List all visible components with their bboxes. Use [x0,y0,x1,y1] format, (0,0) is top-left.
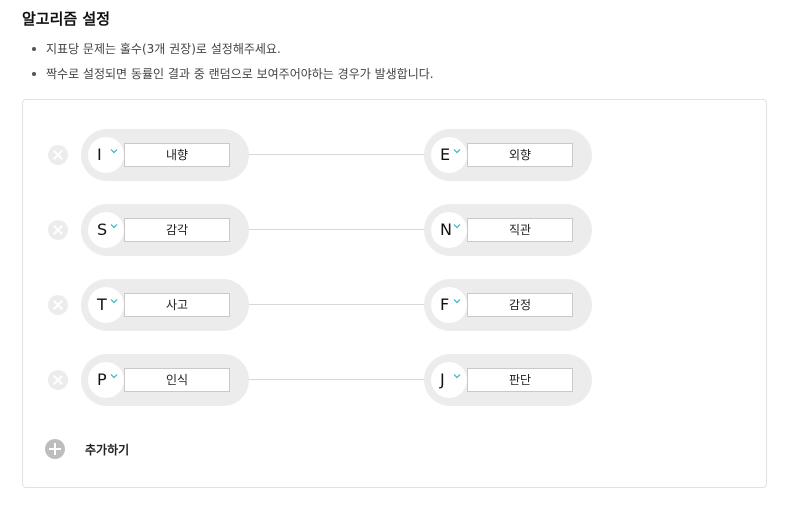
trait-letter: P [97,370,107,389]
trait-letter-select[interactable]: S [88,212,124,248]
chevron-down-icon [110,149,118,154]
right-trait-pill: E 외향 [424,129,592,181]
trait-letter: N [440,220,452,239]
left-trait-pill: P 인식 [81,354,249,406]
add-pair-label: 추가하기 [85,443,130,457]
trait-pair-row: S 감각 N 직관 [23,204,766,256]
trait-letter-select[interactable]: T [88,287,124,323]
trait-label-input[interactable]: 외향 [467,143,573,167]
trait-pair-row: I 내향 E 외향 [23,129,766,181]
trait-pair-row: T 사고 F 감정 [23,279,766,331]
trait-label-input[interactable]: 판단 [467,368,573,392]
trait-letter-select[interactable]: N [431,212,467,248]
right-trait-pill: J 판단 [424,354,592,406]
chevron-down-icon [453,224,461,229]
algorithm-panel: I 내향 E 외향 S 감각 N 직관 T 사고 F 감정 P 인식 J 판단 … [22,99,767,488]
right-trait-pill: F 감정 [424,279,592,331]
trait-letter-select[interactable]: J [431,362,467,398]
pair-connector-line [249,229,424,230]
guideline-list: 지표당 문제는 홀수(3개 권장)로 설정해주세요. 짝수로 설정되면 동률인 … [30,38,434,88]
trait-label-input[interactable]: 감각 [124,218,230,242]
trait-letter: I [97,145,102,164]
left-trait-pill: I 내향 [81,129,249,181]
trait-letter: T [97,295,107,314]
chevron-down-icon [453,299,461,304]
trait-label-input[interactable]: 인식 [124,368,230,392]
chevron-down-icon [453,149,461,154]
trait-letter: F [440,295,450,314]
remove-pair-icon[interactable] [48,220,68,240]
remove-pair-icon[interactable] [48,145,68,165]
plus-circle-icon [45,439,65,459]
chevron-down-icon [110,374,118,379]
left-trait-pill: T 사고 [81,279,249,331]
trait-letter-select[interactable]: I [88,137,124,173]
pair-connector-line [249,304,424,305]
trait-label-input[interactable]: 사고 [124,293,230,317]
trait-letter-select[interactable]: F [431,287,467,323]
trait-letter: J [440,370,445,389]
right-trait-pill: N 직관 [424,204,592,256]
page-title: 알고리즘 설정 [22,10,111,28]
trait-letter: E [440,145,451,164]
trait-pair-row: P 인식 J 판단 [23,354,766,406]
guideline-note: 짝수로 설정되면 동률인 결과 중 랜덤으로 보여주어야하는 경우가 발생합니다… [30,63,434,88]
chevron-down-icon [110,299,118,304]
trait-letter-select[interactable]: E [431,137,467,173]
left-trait-pill: S 감각 [81,204,249,256]
chevron-down-icon [453,374,461,379]
remove-pair-icon[interactable] [48,295,68,315]
trait-label-input[interactable]: 직관 [467,218,573,242]
trait-label-input[interactable]: 내향 [124,143,230,167]
trait-letter: S [97,220,108,239]
trait-label-input[interactable]: 감정 [467,293,573,317]
pair-connector-line [249,379,424,380]
remove-pair-icon[interactable] [48,370,68,390]
pair-connector-line [249,154,424,155]
chevron-down-icon [110,224,118,229]
add-pair-button[interactable]: 추가하기 [45,439,155,459]
trait-letter-select[interactable]: P [88,362,124,398]
guideline-note: 지표당 문제는 홀수(3개 권장)로 설정해주세요. [30,38,434,63]
